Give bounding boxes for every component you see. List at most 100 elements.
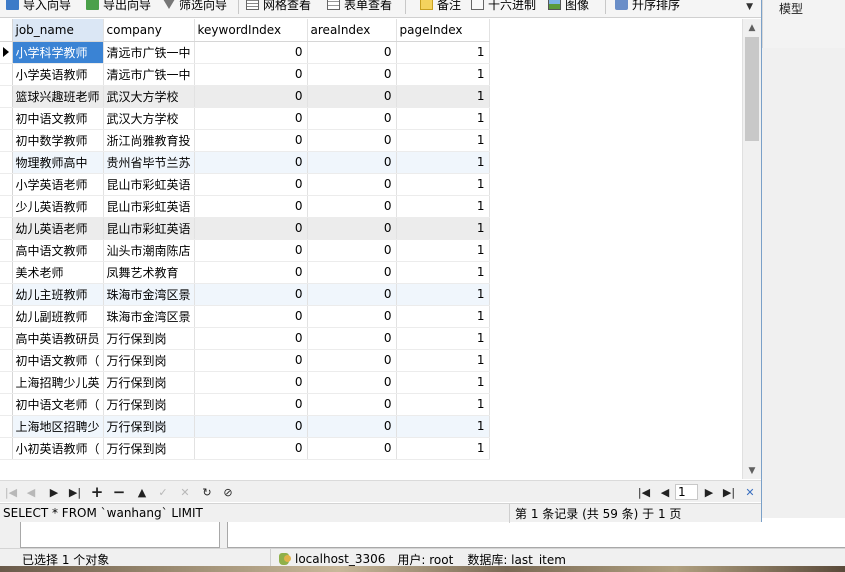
row-header[interactable]: [0, 195, 13, 218]
job-name-cell[interactable]: 初中语文教师: [12, 107, 104, 130]
scroll-up-icon[interactable]: ▲: [743, 19, 761, 36]
area-index-cell[interactable]: 0: [307, 107, 397, 130]
company-cell[interactable]: 珠海市金湾区景: [103, 305, 195, 328]
company-cell[interactable]: 昆山市彩虹英语: [103, 173, 195, 196]
first-page-icon[interactable]: |◀: [635, 483, 653, 501]
table-row[interactable]: 物理教师高中 贵州省毕节兰苏 0 0 1: [0, 151, 490, 174]
next-page-icon[interactable]: ▶: [700, 483, 718, 501]
table-row[interactable]: 少儿英语教师 昆山市彩虹英语 0 0 1: [0, 195, 490, 218]
area-index-cell[interactable]: 0: [307, 415, 397, 438]
area-index-cell[interactable]: 0: [307, 85, 397, 108]
area-index-cell[interactable]: 0: [307, 371, 397, 394]
keyword-index-cell[interactable]: 0: [194, 327, 308, 350]
row-header[interactable]: [0, 371, 13, 394]
table-row[interactable]: 小初英语教师（ 万行保到岗 0 0 1: [0, 437, 490, 460]
image-button[interactable]: 图像: [548, 0, 589, 13]
keyword-index-cell[interactable]: 0: [194, 393, 308, 416]
page-index-cell[interactable]: 1: [396, 151, 490, 174]
page-index-cell[interactable]: 1: [396, 129, 490, 152]
page-index-cell[interactable]: 1: [396, 349, 490, 372]
page-index-cell[interactable]: 1: [396, 217, 490, 240]
area-index-cell[interactable]: 0: [307, 151, 397, 174]
table-row[interactable]: 初中数学教师 浙江尚雅教育投 0 0 1: [0, 129, 490, 152]
import-wizard-button[interactable]: 导入向导: [6, 0, 71, 13]
job-name-cell[interactable]: 幼儿副班教师: [12, 305, 104, 328]
job-name-cell[interactable]: 篮球兴趣班老师: [12, 85, 104, 108]
column-header-area-index[interactable]: areaIndex: [307, 19, 397, 42]
page-settings-icon[interactable]: ✕: [741, 483, 759, 501]
job-name-cell[interactable]: 物理教师高中: [12, 151, 104, 174]
company-cell[interactable]: 清远市广铁一中: [103, 63, 195, 86]
vertical-scrollbar[interactable]: ▲ ▼: [742, 19, 761, 479]
row-header[interactable]: [0, 437, 13, 460]
table-row[interactable]: 小学英语老师 昆山市彩虹英语 0 0 1: [0, 173, 490, 196]
column-header-page-index[interactable]: pageIndex: [396, 19, 490, 42]
page-index-cell[interactable]: 1: [396, 415, 490, 438]
company-cell[interactable]: 万行保到岗: [103, 393, 195, 416]
filter-wizard-button[interactable]: 筛选向导: [163, 0, 227, 13]
table-row[interactable]: 小学科学教师 清远市广铁一中 0 0 1: [0, 41, 490, 64]
area-index-cell[interactable]: 0: [307, 261, 397, 284]
job-name-cell[interactable]: 小学科学教师: [12, 41, 104, 64]
area-index-cell[interactable]: 0: [307, 63, 397, 86]
page-index-cell[interactable]: 1: [396, 327, 490, 350]
add-record-icon[interactable]: +: [88, 483, 106, 501]
keyword-index-cell[interactable]: 0: [194, 41, 308, 64]
page-index-cell[interactable]: 1: [396, 437, 490, 460]
area-index-cell[interactable]: 0: [307, 283, 397, 306]
keyword-index-cell[interactable]: 0: [194, 217, 308, 240]
job-name-cell[interactable]: 初中语文教师（: [12, 349, 104, 372]
row-header[interactable]: [0, 85, 13, 108]
note-button[interactable]: 备注: [420, 0, 461, 13]
company-cell[interactable]: 万行保到岗: [103, 327, 195, 350]
row-header[interactable]: [0, 393, 13, 416]
company-cell[interactable]: 昆山市彩虹英语: [103, 217, 195, 240]
last-record-icon[interactable]: ▶|: [66, 483, 84, 501]
area-index-cell[interactable]: 0: [307, 195, 397, 218]
job-name-cell[interactable]: 高中英语教研员: [12, 327, 104, 350]
job-name-cell[interactable]: 初中数学教师: [12, 129, 104, 152]
page-index-cell[interactable]: 1: [396, 261, 490, 284]
page-index-cell[interactable]: 1: [396, 371, 490, 394]
company-cell[interactable]: 凤舞艺术教育: [103, 261, 195, 284]
data-grid[interactable]: job_name company keywordIndex areaIndex …: [0, 19, 742, 479]
table-row[interactable]: 初中语文教师 武汉大方学校 0 0 1: [0, 107, 490, 130]
page-index-cell[interactable]: 1: [396, 239, 490, 262]
last-page-icon[interactable]: ▶|: [720, 483, 738, 501]
scroll-thumb[interactable]: [745, 37, 759, 141]
discard-changes-icon[interactable]: ✕: [176, 483, 194, 501]
column-header-job-name[interactable]: job_name: [12, 19, 104, 42]
keyword-index-cell[interactable]: 0: [194, 151, 308, 174]
job-name-cell[interactable]: 幼儿英语老师: [12, 217, 104, 240]
area-index-cell[interactable]: 0: [307, 129, 397, 152]
toolbar-overflow-icon[interactable]: ▼: [746, 2, 753, 12]
table-row[interactable]: 上海地区招聘少 万行保到岗 0 0 1: [0, 415, 490, 438]
table-row[interactable]: 初中语文老师（ 万行保到岗 0 0 1: [0, 393, 490, 416]
row-header[interactable]: [0, 217, 13, 240]
table-row[interactable]: 美术老师 凤舞艺术教育 0 0 1: [0, 261, 490, 284]
table-row[interactable]: 初中语文教师（ 万行保到岗 0 0 1: [0, 349, 490, 372]
job-name-cell[interactable]: 上海地区招聘少: [12, 415, 104, 438]
job-name-cell[interactable]: 初中语文老师（: [12, 393, 104, 416]
previous-page-icon[interactable]: ◀: [656, 483, 674, 501]
export-wizard-button[interactable]: 导出向导: [86, 0, 151, 13]
company-cell[interactable]: 万行保到岗: [103, 415, 195, 438]
keyword-index-cell[interactable]: 0: [194, 63, 308, 86]
page-index-cell[interactable]: 1: [396, 41, 490, 64]
company-cell[interactable]: 万行保到岗: [103, 437, 195, 460]
company-cell[interactable]: 万行保到岗: [103, 349, 195, 372]
keyword-index-cell[interactable]: 0: [194, 349, 308, 372]
company-cell[interactable]: 昆山市彩虹英语: [103, 195, 195, 218]
hex-button[interactable]: 十六进制: [471, 0, 536, 13]
company-cell[interactable]: 贵州省毕节兰苏: [103, 151, 195, 174]
keyword-index-cell[interactable]: 0: [194, 85, 308, 108]
keyword-index-cell[interactable]: 0: [194, 305, 308, 328]
job-name-cell[interactable]: 少儿英语教师: [12, 195, 104, 218]
row-header[interactable]: [0, 129, 13, 152]
first-record-icon[interactable]: |◀: [2, 483, 20, 501]
company-cell[interactable]: 武汉大方学校: [103, 107, 195, 130]
keyword-index-cell[interactable]: 0: [194, 371, 308, 394]
refresh-icon[interactable]: ↻: [198, 483, 216, 501]
keyword-index-cell[interactable]: 0: [194, 415, 308, 438]
page-index-cell[interactable]: 1: [396, 195, 490, 218]
